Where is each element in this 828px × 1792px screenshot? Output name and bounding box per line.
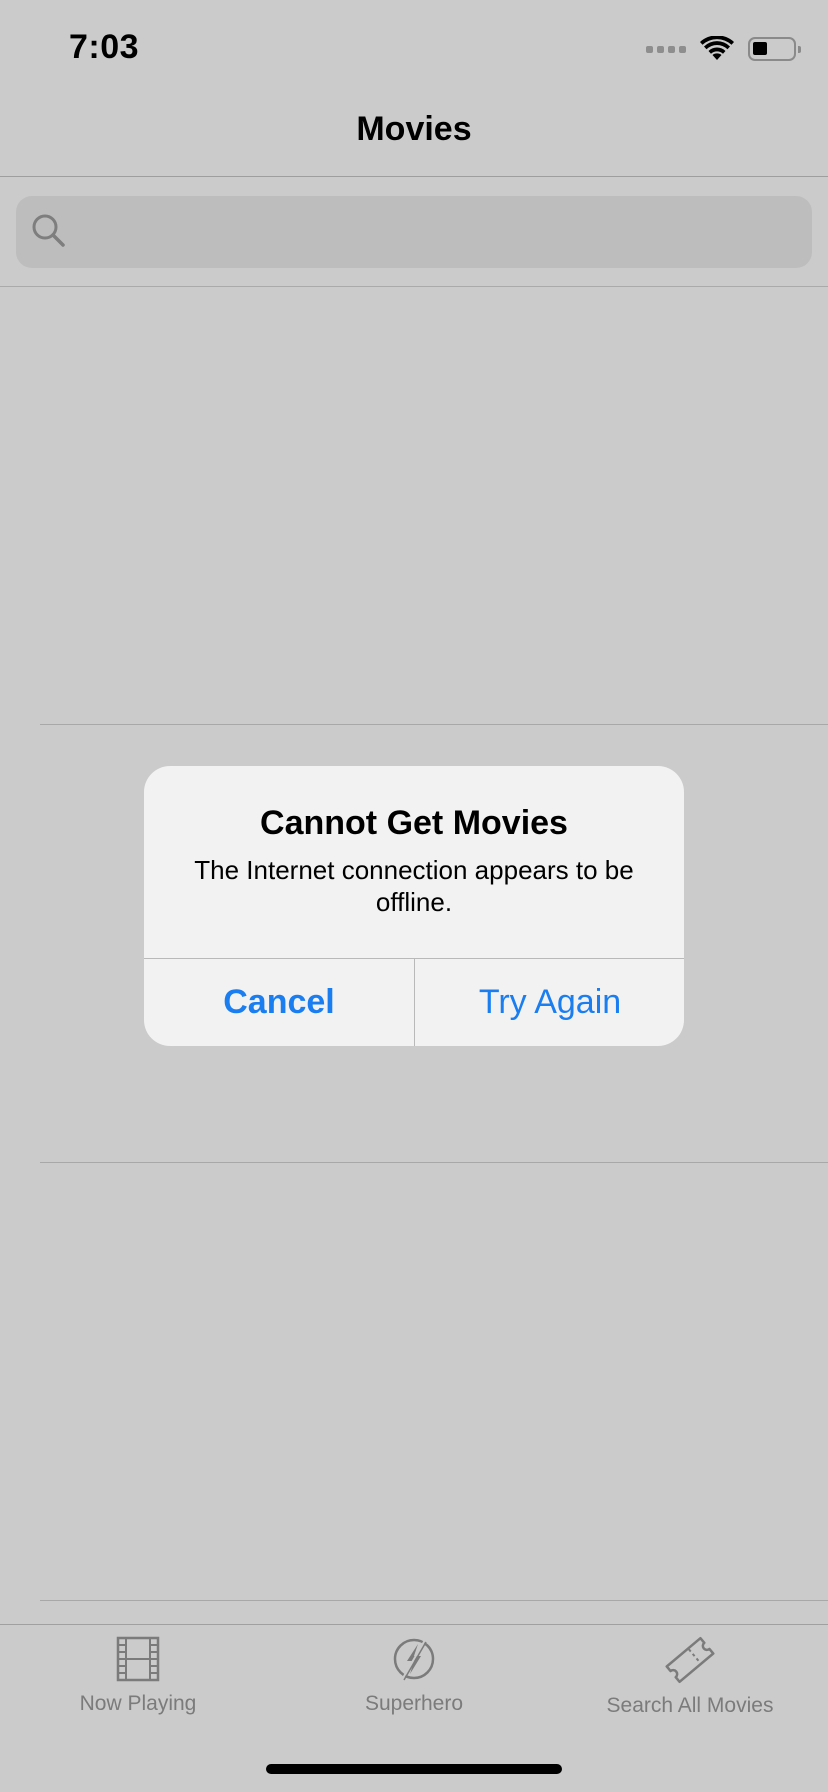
- row-separator: [40, 1162, 828, 1163]
- cellular-signal-icon: [646, 45, 686, 53]
- row-separator: [40, 1600, 828, 1601]
- status-time: 7:03: [69, 28, 140, 66]
- nav-divider: [0, 176, 828, 177]
- search-input[interactable]: [78, 196, 798, 268]
- alert-message: The Internet connection appears to be of…: [194, 855, 634, 917]
- tab-now-playing[interactable]: Now Playing: [0, 1636, 276, 1726]
- row-separator: [40, 724, 828, 725]
- tab-label: Now Playing: [79, 1692, 197, 1715]
- alert-dialog: Cannot Get Movies The Internet connectio…: [144, 766, 684, 1046]
- film-icon: [116, 1636, 160, 1682]
- search-bar[interactable]: [16, 196, 812, 268]
- cancel-button[interactable]: Cancel: [144, 959, 414, 1046]
- wifi-icon: [700, 36, 734, 60]
- home-indicator: [266, 1764, 562, 1774]
- search-divider: [0, 286, 828, 287]
- tab-label: Search All Movies: [606, 1694, 774, 1717]
- alert-title: Cannot Get Movies: [260, 804, 568, 842]
- page-title: Movies: [356, 110, 472, 148]
- lightning-icon: [393, 1638, 435, 1681]
- tab-bar-divider: [0, 1624, 828, 1625]
- tab-superhero[interactable]: Superhero: [276, 1636, 552, 1726]
- search-icon: [32, 214, 65, 247]
- screen: 7:03 Movies Cannot Get Movies The Intern…: [0, 0, 828, 1792]
- tab-search-all-movies[interactable]: Search All Movies: [552, 1636, 828, 1726]
- status-indicators: [646, 34, 801, 64]
- battery-icon: [748, 37, 801, 61]
- ticket-icon: [665, 1636, 715, 1684]
- tab-label: Superhero: [364, 1692, 464, 1715]
- try-again-button[interactable]: Try Again: [415, 959, 684, 1046]
